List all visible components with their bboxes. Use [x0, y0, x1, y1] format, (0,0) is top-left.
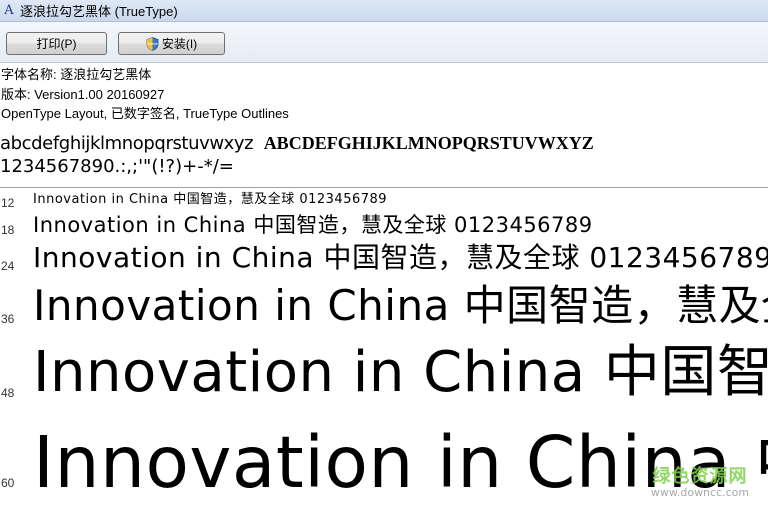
watermark-url: www.downcc.com — [650, 486, 750, 499]
window-title: 逐浪拉勾艺黑体 (TrueType) — [20, 4, 178, 19]
font-name-line: 字体名称: 逐浪拉勾艺黑体 — [1, 67, 152, 82]
charset-letters: abcdefghijklmnopqrstuvwxyz ABCDEFGHIJKLM… — [0, 133, 594, 154]
toolbar: 打印(P) 安装(I) — [0, 22, 768, 63]
font-sample-line: Innovation in China 中国智造，慧及全球 0123456789 — [33, 281, 768, 330]
shield-icon — [146, 36, 159, 51]
print-button-label: 打印(P) — [36, 37, 77, 51]
font-sample-line: Innovation in China 中国智造，慧及全球 0123456789 — [33, 213, 593, 237]
font-sample-line: Innovation in China 中国智造，慧及全球 0123456789 — [33, 340, 768, 405]
font-sample-line: Innovation in China 中国智造，慧及全球 0123456789 — [33, 241, 768, 274]
font-sample-line: Innovation in China 中国智造，慧及全球 0123456789 — [33, 192, 388, 207]
version-line: 版本: Version1.00 20160927 — [1, 87, 165, 102]
size-label: 24 — [1, 259, 15, 273]
size-label: 12 — [1, 196, 15, 210]
print-button[interactable]: 打印(P) — [6, 32, 107, 55]
size-label: 18 — [1, 223, 15, 237]
format-line: OpenType Layout, 已数字签名, TrueType Outline… — [1, 106, 289, 121]
lowercase-sample: abcdefghijklmnopqrstuvwxyz — [0, 133, 254, 154]
watermark: 绿色资源网 www.downcc.com — [640, 462, 760, 499]
title-bar: A 逐浪拉勾艺黑体 (TrueType) — [0, 0, 768, 22]
install-button[interactable]: 安装(I) — [118, 32, 225, 55]
watermark-text: 绿色资源网 — [652, 466, 748, 487]
install-button-label: 安装(I) — [161, 37, 198, 51]
font-file-icon: A — [4, 2, 14, 18]
divider — [0, 187, 768, 188]
size-label: 60 — [1, 476, 15, 490]
size-label: 36 — [1, 312, 15, 326]
uppercase-sample: ABCDEFGHIJKLMNOPQRSTUVWXYZ — [263, 133, 594, 153]
size-label: 48 — [1, 386, 15, 400]
digits-punct-sample: 1234567890.:,;'"(!?)+-*/= — [0, 156, 234, 177]
